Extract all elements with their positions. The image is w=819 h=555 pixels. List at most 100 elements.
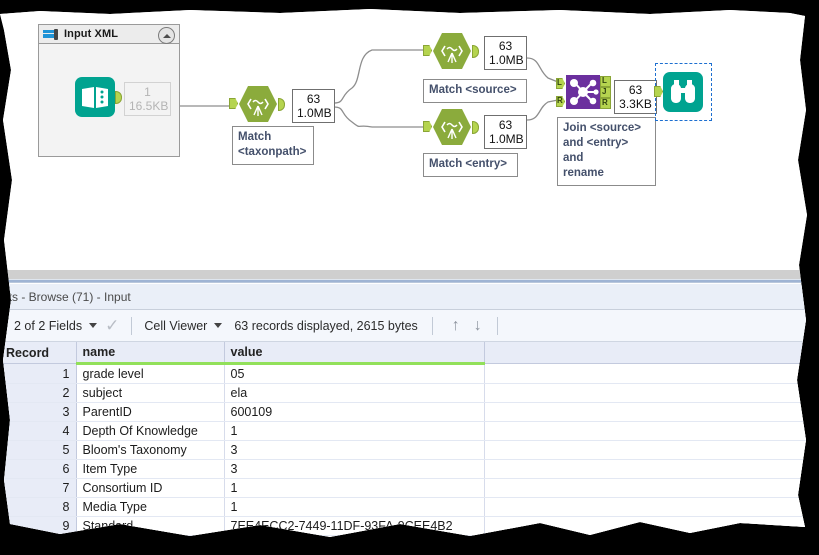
- node-input-xml[interactable]: [75, 77, 122, 117]
- cell-record: 7: [0, 478, 77, 498]
- column-header-record[interactable]: Record: [0, 342, 77, 364]
- input-anchor[interactable]: [423, 121, 432, 132]
- output-anchor-join-label: J: [602, 87, 607, 96]
- column-header-name[interactable]: name: [76, 342, 225, 365]
- cell-name[interactable]: Consortium ID: [76, 478, 225, 498]
- output-anchor[interactable]: [115, 91, 122, 104]
- regex-parse-icon: [432, 32, 472, 69]
- annotation-match-entry: Match <entry>: [423, 153, 518, 177]
- toolbar-separator-3: [496, 316, 498, 335]
- cell-filler: [484, 421, 807, 441]
- cell-viewer-selector[interactable]: Cell Viewer: [144, 318, 223, 333]
- annotation-join: Join <source> and <entry> and rename: [557, 117, 656, 186]
- table-row[interactable]: 7 Consortium ID 1: [0, 478, 807, 498]
- node-match-taxonpath[interactable]: [229, 85, 285, 122]
- table-row[interactable]: 8 Media Type 1: [0, 497, 807, 517]
- cell-viewer-label: Cell Viewer: [144, 318, 208, 333]
- toolbar-separator-2: [431, 316, 433, 335]
- input-anchor-left-label: L: [557, 78, 562, 87]
- cell-name[interactable]: Item Type: [76, 459, 225, 479]
- annotation-match-taxonpath: Match <taxonpath>: [232, 126, 314, 165]
- node-browse[interactable]: [654, 72, 703, 112]
- table-row[interactable]: 2 subject ela: [0, 383, 807, 403]
- cell-name[interactable]: Standard: [76, 516, 225, 536]
- tool-container-input-xml[interactable]: Input XML 1 16.5KB: [38, 24, 180, 157]
- collapse-chevron-icon[interactable]: [158, 27, 175, 44]
- arrow-down-icon[interactable]: ↓: [467, 317, 489, 334]
- fields-label: 2 of 2 Fields: [14, 318, 83, 333]
- node-join[interactable]: L R L J R: [556, 75, 611, 109]
- node-match-source[interactable]: [423, 32, 479, 69]
- cell-name[interactable]: subject: [76, 383, 225, 403]
- node-match-entry[interactable]: [423, 108, 479, 145]
- cell-name[interactable]: Media Type: [76, 497, 225, 517]
- table-row[interactable]: 3 ParentID 600109: [0, 402, 807, 422]
- torn-edge-frame: Input XML 1 16.5KB 63 1.0MB Match <taxon…: [0, 0, 819, 555]
- cell-filler: [484, 440, 807, 460]
- cell-filler: [484, 383, 807, 403]
- table-row[interactable]: 6 Item Type 3: [0, 459, 807, 479]
- arrow-up-icon[interactable]: ↑: [445, 317, 467, 334]
- cell-value[interactable]: 1: [224, 478, 485, 498]
- cell-record: 9: [0, 516, 77, 536]
- record-count-match-taxonpath: 63 1.0MB: [292, 89, 335, 123]
- input-anchor[interactable]: [229, 98, 238, 109]
- workflow-canvas[interactable]: Input XML 1 16.5KB 63 1.0MB Match <taxon…: [0, 9, 807, 270]
- record-count-input-xml: 1 16.5KB: [124, 82, 171, 116]
- cell-record: 5: [0, 440, 77, 460]
- column-header-value[interactable]: value: [224, 342, 485, 365]
- results-panel: lts - Browse (71) - Input 2 of 2 Fields …: [0, 284, 807, 537]
- record-count-join: 63 3.3KB: [614, 80, 657, 114]
- input-anchor[interactable]: [423, 45, 432, 56]
- results-title-text: lts - Browse (71) - Input: [6, 289, 131, 304]
- cell-filler: [484, 459, 807, 479]
- cell-filler: [484, 478, 807, 498]
- dropdown-caret-icon[interactable]: [214, 323, 223, 328]
- output-anchor[interactable]: [472, 45, 479, 58]
- results-toolbar: 2 of 2 Fields ✓ Cell Viewer 63 records d…: [0, 310, 807, 342]
- cell-value[interactable]: 600109: [224, 402, 485, 422]
- tool-container-body: 1 16.5KB: [39, 44, 179, 156]
- annotation-match-source: Match <source>: [423, 79, 527, 103]
- panel-divider[interactable]: [0, 270, 807, 279]
- cell-value[interactable]: 1: [224, 421, 485, 441]
- output-anchor[interactable]: [278, 98, 285, 111]
- cell-record: 2: [0, 383, 77, 403]
- output-anchor[interactable]: [472, 121, 479, 134]
- cell-value[interactable]: ela: [224, 383, 485, 403]
- cell-name[interactable]: Bloom's Taxonomy: [76, 440, 225, 460]
- cell-filler: [484, 516, 807, 536]
- browse-binoculars-icon: [663, 72, 703, 112]
- table-row[interactable]: 9 Standard 7EE4ECC2-7449-11DF-93FA-9CEE4…: [0, 516, 807, 536]
- cell-value[interactable]: 3: [224, 440, 485, 460]
- table-row[interactable]: 1 grade level 05: [0, 363, 807, 384]
- fields-selector[interactable]: 2 of 2 Fields: [14, 318, 98, 333]
- table-row[interactable]: 5 Bloom's Taxonomy 3: [0, 440, 807, 460]
- regex-parse-icon: [432, 108, 472, 145]
- results-grid[interactable]: Record name value 1 grade level 05 2 sub…: [0, 342, 807, 536]
- grid-body: 1 grade level 05 2 subject ela 3 ParentI…: [0, 363, 807, 536]
- table-row[interactable]: 4 Depth Of Knowledge 1: [0, 421, 807, 441]
- cell-value[interactable]: 3: [224, 459, 485, 479]
- cell-name[interactable]: grade level: [76, 363, 225, 384]
- records-status: 63 records displayed, 2615 bytes: [234, 318, 418, 333]
- checkmark-icon[interactable]: ✓: [105, 317, 119, 334]
- tool-container-header[interactable]: Input XML: [39, 25, 179, 44]
- cell-value[interactable]: 05: [224, 363, 485, 384]
- input-data-book-icon: [75, 77, 115, 117]
- output-anchor-right-label: R: [602, 98, 608, 107]
- cell-value[interactable]: 1: [224, 497, 485, 517]
- panel-splitter[interactable]: [0, 279, 807, 283]
- cell-name[interactable]: ParentID: [76, 402, 225, 422]
- xml-input-icon: [43, 28, 59, 40]
- dropdown-caret-icon[interactable]: [89, 323, 98, 328]
- cell-record: 1: [0, 363, 77, 384]
- cell-record: 3: [0, 402, 77, 422]
- cell-value[interactable]: 7EE4ECC2-7449-11DF-93FA-9CEE4B2: [224, 516, 485, 536]
- input-anchor-right-label: R: [557, 96, 563, 105]
- cell-record: 6: [0, 459, 77, 479]
- cell-name[interactable]: Depth Of Knowledge: [76, 421, 225, 441]
- record-count-match-source: 63 1.0MB: [484, 36, 527, 70]
- output-anchor-left-label: L: [602, 76, 607, 85]
- cell-filler: [484, 402, 807, 422]
